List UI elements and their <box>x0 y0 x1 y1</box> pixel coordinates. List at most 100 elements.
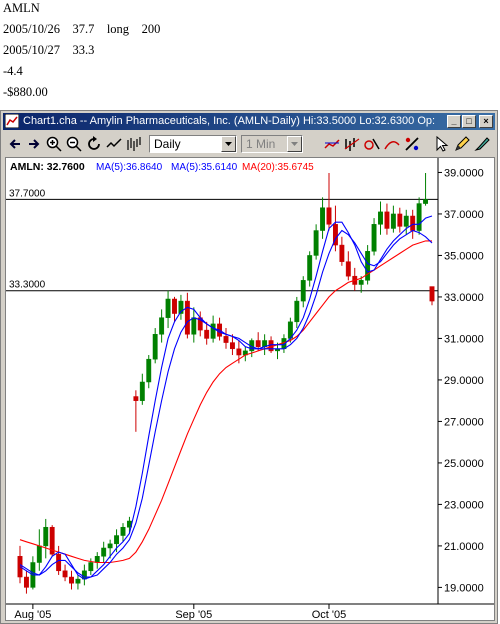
y-tick-label: 21.0000 <box>444 541 484 553</box>
entry-note: 2005/10/26 37.7 long 200 <box>3 22 160 37</box>
interval-value: Daily <box>154 137 181 151</box>
interval-dropdown-arrow[interactable] <box>221 136 236 152</box>
window-title: Chart1.cha -- Amylin Pharmaceuticals, In… <box>23 115 435 127</box>
candle-body <box>120 526 126 536</box>
candle-body <box>165 298 171 318</box>
sub-interval-dropdown-arrow[interactable] <box>287 136 302 152</box>
arrow-right-icon[interactable] <box>25 135 43 153</box>
candle-body <box>56 553 62 572</box>
candle-body <box>403 215 409 227</box>
candle-body <box>139 381 145 401</box>
diff-note: -4.4 <box>3 64 23 78</box>
chart-window: Chart1.cha -- Amylin Pharmaceuticals, In… <box>0 110 498 624</box>
entry-date: 2005/10/26 <box>3 22 60 36</box>
pencil-icon[interactable] <box>453 135 471 153</box>
pnl-note: -$880.00 <box>3 85 48 99</box>
percent-icon[interactable] <box>403 135 421 153</box>
bar-chart-icon[interactable] <box>125 135 143 153</box>
candle-body <box>390 213 396 229</box>
y-tick-label: 25.0000 <box>444 458 484 470</box>
candle-body <box>62 570 68 578</box>
candle-body <box>339 244 345 262</box>
y-tick-label: 29.0000 <box>444 375 484 387</box>
candle-body <box>17 556 23 578</box>
candle-body <box>172 298 177 314</box>
candle-body <box>101 547 107 557</box>
line-chart-icon[interactable] <box>105 135 123 153</box>
candle-body <box>397 213 403 227</box>
candle-body <box>307 255 313 281</box>
candle-body <box>313 230 319 256</box>
sub-interval-select[interactable]: 1 Min <box>241 135 303 153</box>
y-tick-label: 35.0000 <box>444 250 484 262</box>
candle-body <box>294 300 300 323</box>
candle-body <box>423 199 429 204</box>
candle-body <box>300 280 306 302</box>
candle-body <box>371 224 377 252</box>
candle-body <box>384 211 390 229</box>
candle-body <box>210 323 216 339</box>
zoom-in-icon[interactable] <box>45 135 63 153</box>
arrow-left-icon[interactable] <box>7 135 25 153</box>
chart-toolbar: Daily 1 Min <box>3 132 495 156</box>
refresh-icon[interactable] <box>85 135 103 153</box>
candle-body <box>365 251 371 281</box>
y-tick-label: 23.0000 <box>444 499 484 511</box>
candle-body <box>94 556 100 563</box>
pointer-icon[interactable] <box>433 135 451 153</box>
candle-body <box>23 576 29 588</box>
legend-entry: MA(5):35.6140 <box>171 162 238 173</box>
draw-tool-icon[interactable] <box>473 135 491 153</box>
y-tick-label: 37.0000 <box>444 209 484 221</box>
candle-body <box>152 334 158 360</box>
chart-area[interactable]: 39.0000 37.0000 35.0000 33.0000 31.0000 29.00… <box>5 157 495 621</box>
candle-body <box>410 215 416 231</box>
candle-body <box>114 535 120 545</box>
candle-body <box>133 396 139 401</box>
maximize-button[interactable]: □ <box>462 115 476 128</box>
zoom-out-icon[interactable] <box>65 135 83 153</box>
y-tick-label: 39.0000 <box>444 167 484 179</box>
interval-select[interactable]: Daily <box>149 135 237 153</box>
y-tick-label: 19.0000 <box>444 582 484 594</box>
candle-body <box>204 329 210 339</box>
candle-body <box>107 543 113 549</box>
symbol-note: AMLN <box>3 1 40 15</box>
horizontal-line-label: 37.7000 <box>9 188 46 199</box>
entry-price: 37.7 <box>72 22 95 36</box>
minimize-button[interactable]: _ <box>447 115 461 128</box>
sub-interval-value: 1 Min <box>246 137 276 151</box>
chart-app-icon <box>5 114 19 128</box>
close-button[interactable]: × <box>479 115 493 128</box>
candle-body <box>236 348 242 356</box>
symbol-label: AMLN: 32.7600 <box>10 161 85 173</box>
exit-price: 33.3 <box>72 43 95 57</box>
y-tick-label: 33.0000 <box>444 292 484 304</box>
candle-body <box>345 261 351 277</box>
exit-note: 2005/10/27 33.3 <box>3 43 94 58</box>
candlestick-chart: 39.0000 37.0000 35.0000 33.0000 31.0000 29.00… <box>6 158 494 620</box>
x-tick-label: Aug '05 <box>14 609 51 620</box>
candle-body <box>69 576 74 584</box>
candle-body <box>378 211 383 225</box>
candle-body <box>255 340 261 347</box>
title-bar[interactable]: Chart1.cha -- Amylin Pharmaceuticals, In… <box>3 113 495 130</box>
candle-body <box>146 358 152 383</box>
candle-body <box>429 286 435 302</box>
candle-body <box>229 342 235 350</box>
candle-body <box>43 526 49 547</box>
x-tick-label: Oct '05 <box>312 609 347 620</box>
exit-date: 2005/10/27 <box>3 43 60 57</box>
indicator-icon[interactable] <box>323 135 341 153</box>
studies-icon[interactable] <box>343 135 361 153</box>
chevron-down-icon <box>225 142 232 146</box>
strategy-icon[interactable] <box>363 135 381 153</box>
trend-line-icon[interactable] <box>383 135 401 153</box>
chevron-down-icon <box>291 142 298 146</box>
ma20-line <box>19 240 432 564</box>
candle-body <box>320 207 326 231</box>
candle-body <box>88 562 94 572</box>
candle-body <box>191 317 197 335</box>
candle-body <box>75 578 81 584</box>
candle-body <box>159 317 165 335</box>
